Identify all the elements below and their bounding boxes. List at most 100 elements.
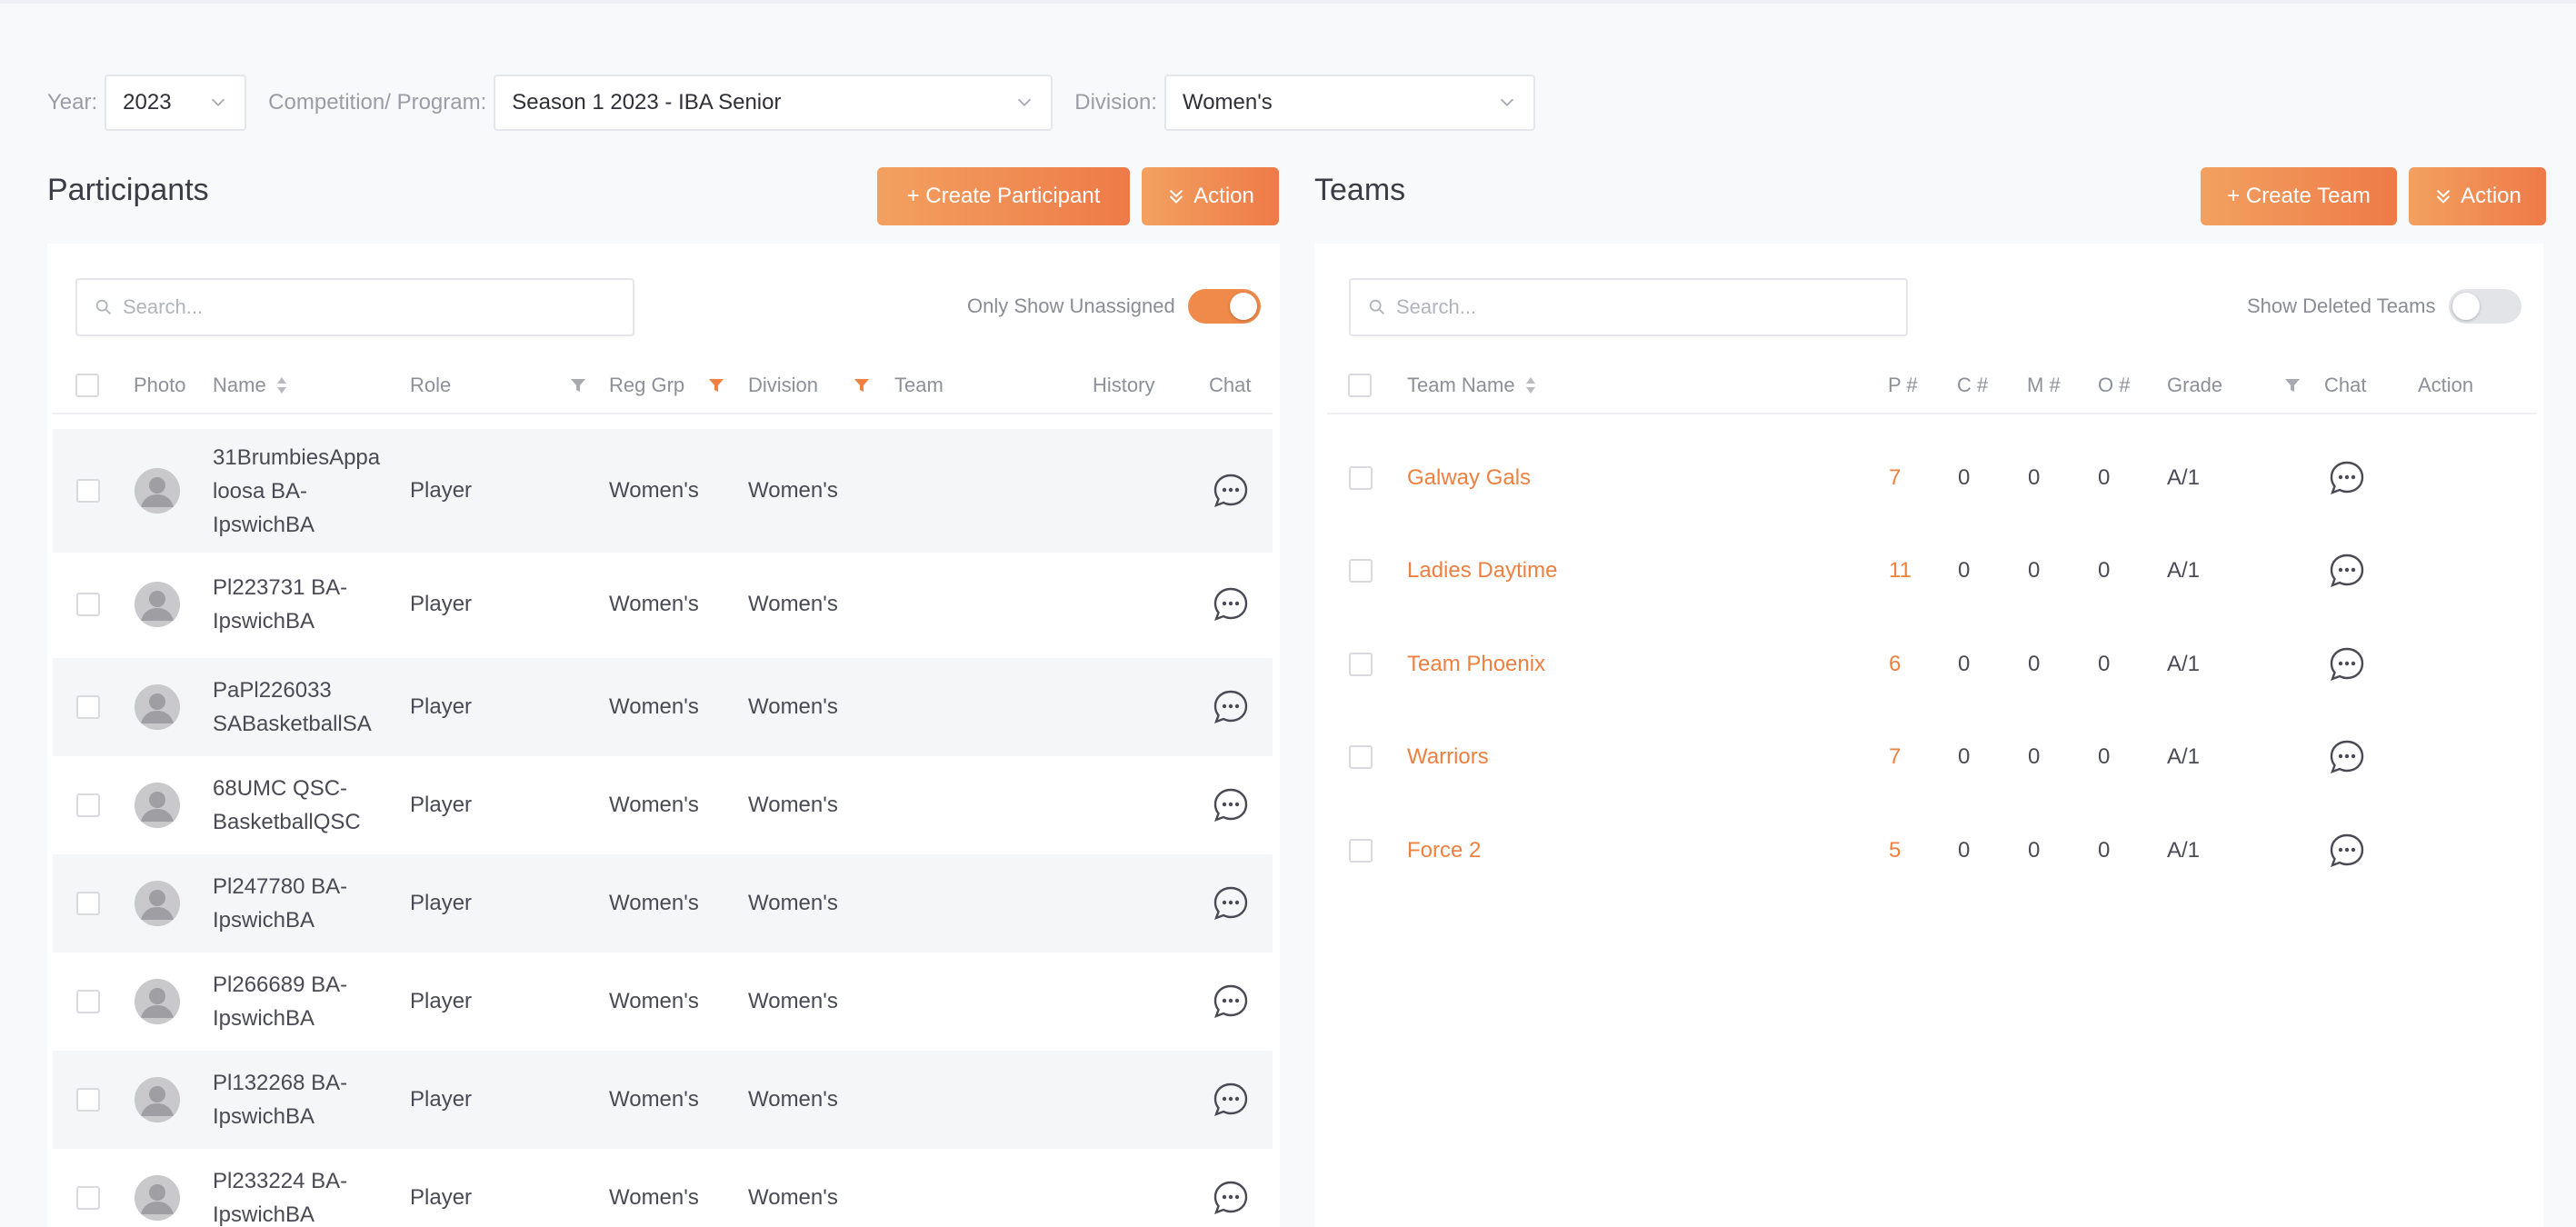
participant-division: Women's bbox=[748, 592, 838, 616]
double-chevron-down-icon bbox=[1170, 189, 1183, 204]
col-name[interactable]: Name bbox=[213, 374, 288, 397]
sort-icon[interactable] bbox=[1524, 374, 1537, 396]
row-checkbox[interactable] bbox=[1349, 745, 1373, 769]
participant-name: 68UMC QSC- BasketballQSC bbox=[213, 772, 394, 839]
teams-search-placeholder: Search... bbox=[1396, 295, 1477, 318]
create-team-button[interactable]: + Create Team bbox=[2201, 167, 2397, 225]
chat-bubble-icon[interactable] bbox=[1211, 584, 1251, 624]
double-chevron-down-icon bbox=[2437, 189, 2451, 204]
team-p-count[interactable]: 5 bbox=[1889, 838, 1901, 863]
participants-action-button[interactable]: Action bbox=[1142, 167, 1279, 225]
team-c-count: 0 bbox=[1958, 744, 1971, 769]
participant-role: Player bbox=[410, 694, 473, 719]
team-name-link[interactable]: Ladies Daytime bbox=[1407, 558, 1557, 584]
team-p-count[interactable]: 7 bbox=[1889, 744, 1901, 770]
filter-icon[interactable] bbox=[569, 376, 587, 394]
year-select[interactable]: 2023 bbox=[105, 75, 247, 131]
participant-role: Player bbox=[410, 478, 473, 503]
teams-action-button[interactable]: Action bbox=[2409, 167, 2546, 225]
division-select[interactable]: Women's bbox=[1163, 75, 1535, 131]
row-checkbox[interactable] bbox=[76, 695, 100, 719]
row-checkbox[interactable] bbox=[76, 1186, 100, 1210]
filter-icon[interactable] bbox=[707, 376, 725, 394]
team-p-count[interactable]: 6 bbox=[1889, 652, 1901, 677]
select-all-teams-checkbox[interactable] bbox=[1348, 374, 1372, 397]
search-icon bbox=[95, 299, 111, 314]
filter-icon[interactable] bbox=[2283, 376, 2301, 394]
row-checkbox[interactable] bbox=[76, 793, 100, 817]
chat-bubble-icon[interactable] bbox=[1211, 471, 1251, 511]
division-value: Women's bbox=[1182, 90, 1273, 115]
team-o-count: 0 bbox=[2098, 465, 2111, 490]
row-checkbox[interactable] bbox=[76, 1088, 100, 1112]
sort-icon[interactable] bbox=[275, 374, 288, 396]
chat-bubble-icon[interactable] bbox=[1211, 785, 1251, 825]
team-o-count: 0 bbox=[2098, 838, 2111, 863]
competition-select[interactable]: Season 1 2023 - IBA Senior bbox=[494, 75, 1053, 131]
participant-name-line: BasketballQSC bbox=[213, 810, 361, 834]
chat-bubble-icon[interactable] bbox=[2327, 644, 2367, 684]
col-team-name[interactable]: Team Name bbox=[1407, 374, 1537, 397]
row-checkbox[interactable] bbox=[76, 479, 100, 503]
filter-icon[interactable] bbox=[853, 376, 871, 394]
chevron-down-icon bbox=[212, 98, 225, 106]
team-p-count[interactable]: 7 bbox=[1889, 465, 1901, 491]
chat-bubble-icon[interactable] bbox=[1211, 1080, 1251, 1120]
team-name-link[interactable]: Galway Gals bbox=[1407, 465, 1531, 491]
chat-bubble-icon[interactable] bbox=[2327, 831, 2367, 871]
user-avatar-icon bbox=[135, 783, 180, 828]
team-o-count: 0 bbox=[2098, 744, 2111, 769]
participant-name-line: PaPl226033 bbox=[213, 678, 332, 703]
chat-bubble-icon[interactable] bbox=[1211, 883, 1251, 923]
participant-role: Player bbox=[410, 989, 473, 1013]
team-o-count: 0 bbox=[2098, 558, 2111, 583]
create-participant-button[interactable]: + Create Participant bbox=[877, 167, 1130, 225]
teams-title: Teams bbox=[1314, 173, 1406, 207]
select-all-participants-checkbox[interactable] bbox=[75, 374, 99, 397]
col-history: History bbox=[1093, 374, 1155, 396]
team-o-count: 0 bbox=[2098, 652, 2111, 676]
show-deleted-toggle[interactable] bbox=[2448, 289, 2521, 324]
participant-reg-grp: Women's bbox=[609, 1185, 699, 1210]
row-checkbox[interactable] bbox=[76, 593, 100, 616]
team-m-count: 0 bbox=[2028, 465, 2041, 490]
participant-name: PaPl226033 SABasketballSA bbox=[213, 673, 394, 741]
filter-bar: Year: 2023 Competition/ Program: Season … bbox=[47, 75, 1557, 131]
row-checkbox[interactable] bbox=[1349, 839, 1373, 863]
chat-bubble-icon[interactable] bbox=[2327, 551, 2367, 591]
team-p-count[interactable]: 11 bbox=[1889, 558, 1912, 584]
chat-bubble-icon[interactable] bbox=[1211, 1178, 1251, 1218]
row-checkbox[interactable] bbox=[1349, 466, 1373, 490]
chat-bubble-icon[interactable] bbox=[1211, 687, 1251, 727]
chat-bubble-icon[interactable] bbox=[2327, 458, 2367, 498]
row-checkbox[interactable] bbox=[1349, 559, 1373, 583]
col-grade: Grade bbox=[2167, 374, 2223, 396]
participant-name-line: IpswichBA bbox=[213, 512, 315, 537]
chevron-down-icon bbox=[1018, 98, 1032, 106]
participant-division: Women's bbox=[748, 793, 838, 817]
participant-reg-grp: Women's bbox=[609, 989, 699, 1013]
only-unassigned-toggle[interactable] bbox=[1187, 289, 1261, 324]
participants-action-label: Action bbox=[1193, 184, 1254, 208]
participant-reg-grp: Women's bbox=[609, 694, 699, 719]
participant-name-line: 31BrumbiesAppa bbox=[213, 444, 381, 470]
participant-name: Pl132268 BA- IpswichBA bbox=[213, 1066, 394, 1133]
chat-bubble-icon[interactable] bbox=[2327, 737, 2367, 777]
col-o: O # bbox=[2098, 374, 2131, 396]
division-label: Division: bbox=[1074, 90, 1157, 115]
row-checkbox[interactable] bbox=[76, 892, 100, 915]
participants-search-input[interactable]: Search... bbox=[75, 278, 634, 336]
team-name-link[interactable]: Force 2 bbox=[1407, 838, 1481, 863]
team-name-link[interactable]: Team Phoenix bbox=[1407, 652, 1545, 677]
only-unassigned-label: Only Show Unassigned bbox=[967, 294, 1175, 317]
chat-bubble-icon[interactable] bbox=[1211, 982, 1251, 1022]
teams-search-input[interactable]: Search... bbox=[1349, 278, 1908, 336]
col-photo: Photo bbox=[134, 374, 186, 396]
row-checkbox[interactable] bbox=[1349, 653, 1373, 676]
row-checkbox[interactable] bbox=[76, 990, 100, 1013]
user-avatar-icon bbox=[135, 1077, 180, 1122]
col-team-action: Action bbox=[2418, 374, 2474, 396]
team-name-link[interactable]: Warriors bbox=[1407, 744, 1489, 770]
team-c-count: 0 bbox=[1958, 652, 1971, 676]
user-avatar-icon bbox=[135, 684, 180, 730]
